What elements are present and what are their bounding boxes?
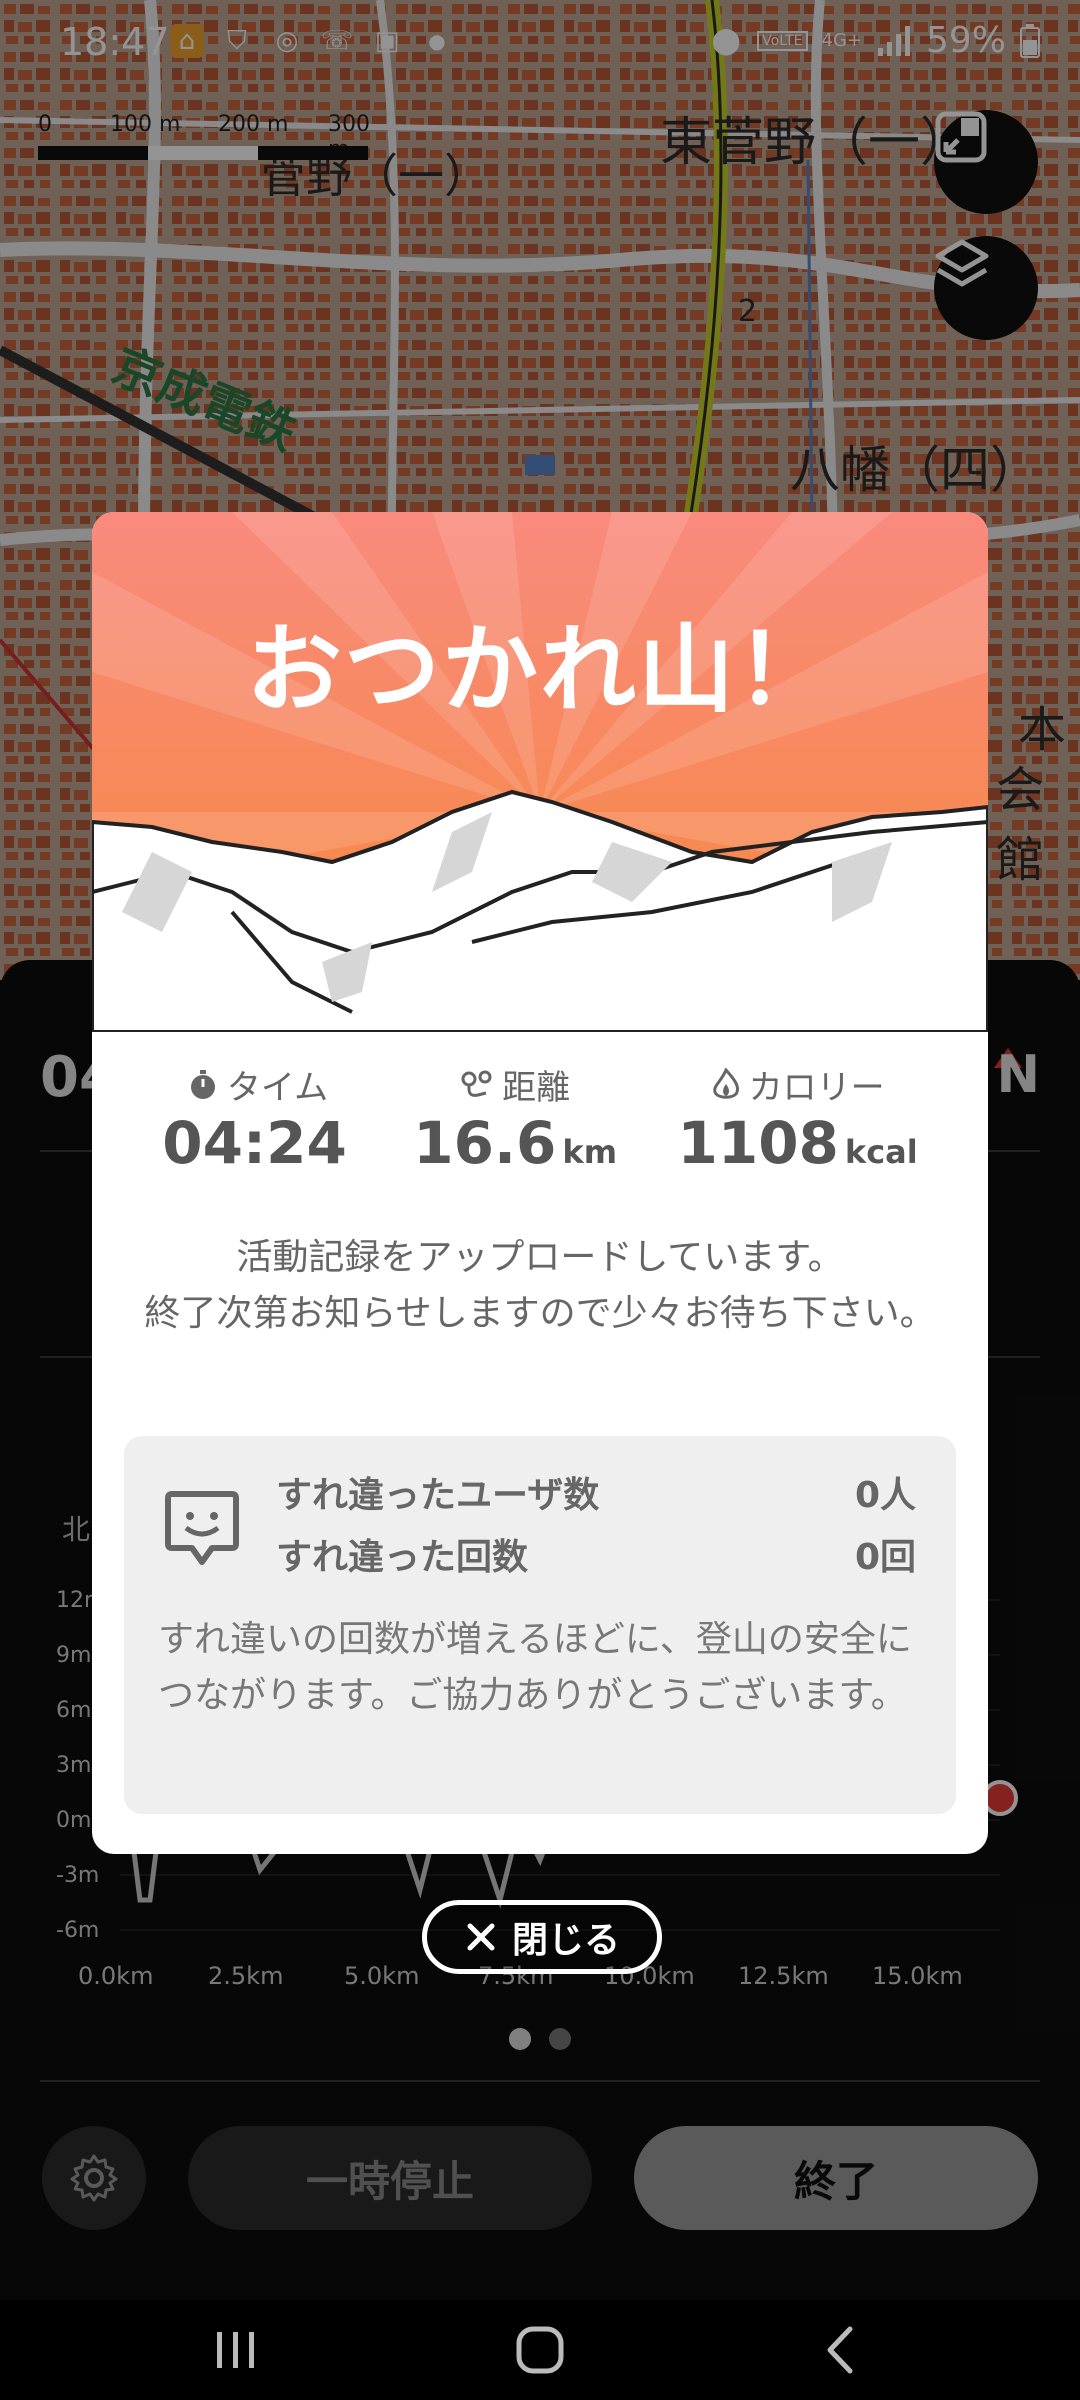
stat-time-value: 04:24 (162, 1109, 347, 1177)
upload-message-line1: 活動記録をアップロードしています。 (236, 1237, 844, 1278)
system-nav-bar (0, 2300, 1080, 2400)
close-dialog-button[interactable]: 閉じる (422, 1900, 662, 1974)
stat-time: タイム 04:24 (162, 1060, 353, 1177)
stat-calories: カロリー 1108 kcal (677, 1060, 918, 1177)
close-icon (467, 1923, 495, 1951)
stat-calories-value: 1108 (677, 1109, 839, 1177)
stat-distance-label: 距離 (502, 1068, 571, 1108)
stopwatch-icon (190, 1069, 215, 1099)
encounter-face-icon (165, 1491, 239, 1565)
encounter-users-row: すれ違ったユーザ数 0人 (276, 1466, 916, 1518)
back-icon (827, 2326, 853, 2374)
encounter-count-value: 0回 (854, 1537, 916, 1578)
stat-calories-label: カロリー (748, 1068, 885, 1108)
route-pin-icon (461, 1070, 492, 1097)
finish-dialog: おつかれ山！ タイム 04:24 距離 16.6 km カロリー 1108 kc… (92, 512, 988, 1854)
back-button[interactable] (800, 2320, 880, 2380)
close-button-label: 閉じる (511, 1920, 620, 1961)
stat-calories-unit: kcal (844, 1133, 918, 1171)
mountain-banner (92, 512, 988, 1032)
encounter-note: すれ違いの回数が増えるほどに、登山の安全につながります。ご協力ありがとうございま… (158, 1619, 912, 1716)
flame-icon (712, 1067, 739, 1099)
stat-distance-unit: km (562, 1133, 618, 1171)
recents-icon (217, 2332, 254, 2368)
encounter-users-value: 0人 (854, 1475, 916, 1516)
stat-distance-value: 16.6 (413, 1109, 557, 1177)
encounter-users-label: すれ違ったユーザ数 (276, 1475, 600, 1516)
upload-message: 活動記録をアップロードしています。 終了次第お知らせしますので少々お待ち下さい。 (132, 1230, 948, 1342)
encounter-count-row: すれ違った回数 0回 (276, 1528, 916, 1580)
upload-message-line2: 終了次第お知らせしますので少々お待ち下さい。 (144, 1293, 936, 1334)
stat-distance: 距離 16.6 km (413, 1060, 617, 1177)
dialog-title: おつかれ山！ (246, 614, 834, 726)
home-icon (516, 2326, 564, 2374)
stat-time-label: タイム (226, 1068, 329, 1108)
home-button[interactable] (500, 2320, 580, 2380)
encounter-count-label: すれ違った回数 (276, 1537, 529, 1578)
encounter-card: すれ違ったユーザ数 0人 すれ違った回数 0回 すれ違いの回数が増えるほどに、登… (124, 1436, 956, 1814)
stats-row: タイム 04:24 距離 16.6 km カロリー 1108 kcal (92, 1060, 988, 1177)
recents-button[interactable] (196, 2320, 276, 2380)
